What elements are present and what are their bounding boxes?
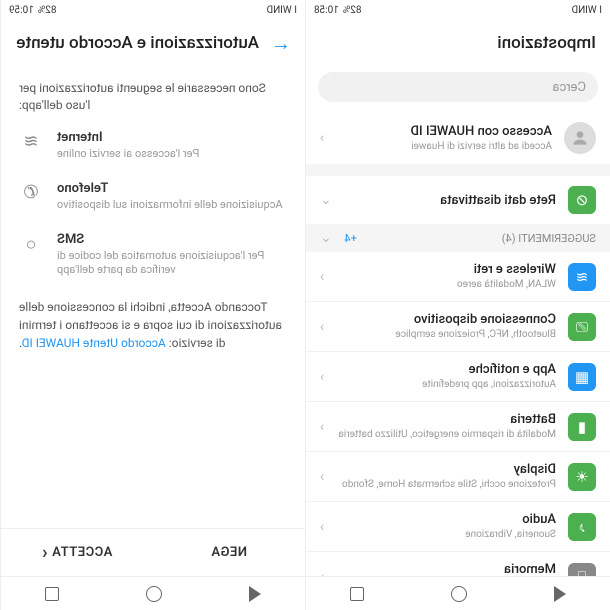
chevron-right-icon: ›	[320, 269, 324, 285]
back-nav-icon[interactable]	[249, 586, 261, 602]
perm-desc: Per l'acquisizione automatica del codice…	[57, 249, 287, 278]
settings-row[interactable]: ▦ App e notificheAutorizzazioni, app pred…	[306, 352, 610, 402]
settings-row[interactable]: ♪ AudioSuoneria, Vibrazione ›	[306, 502, 610, 552]
settings-row[interactable]: ☀ DisplayProtezione occhi, Stile schermat…	[306, 452, 610, 502]
android-nav-bar	[306, 576, 610, 610]
perm-icon: ○	[19, 232, 43, 256]
back-nav-icon[interactable]	[554, 586, 566, 602]
item-title: Connessione dispositivo	[336, 312, 556, 327]
item-title: Rete dati disattivata	[344, 193, 556, 208]
footer-buttons: NEGA ACCETTA	[1, 528, 305, 576]
row-icon: ♪	[568, 513, 596, 541]
chevron-right-icon: ›	[320, 130, 324, 146]
agreement-text: Toccando Accetta, indichi la concessione…	[19, 298, 287, 352]
divider	[306, 164, 610, 176]
chevron-right-icon: ›	[320, 419, 324, 435]
time: 10:58	[314, 5, 339, 16]
settings-row[interactable]: ⎚ Connessione dispositivoBluetooth, NFC, …	[306, 302, 610, 352]
data-icon: ⊘	[568, 186, 596, 214]
chevron-down-icon: ⌄	[320, 192, 332, 208]
accept-button[interactable]: ACCETTA	[1, 529, 153, 576]
perm-desc: Acquisizione delle informazioni sul disp…	[57, 198, 287, 212]
section-label: SUGGERIMENTI (4)	[502, 232, 596, 245]
home-nav-icon[interactable]	[451, 586, 467, 602]
item-sub: Modalità di risparmio energetico, Utiliz…	[336, 428, 556, 441]
settings-row[interactable]: ≋ Wireless e retiWLAN, Modalità aereo ›	[306, 252, 610, 302]
row-icon: ⎚	[568, 313, 596, 341]
carrier: I WIND	[267, 5, 298, 16]
huawei-id-row[interactable]: Accesso con HUAWEI ID Accedi ad altri se…	[306, 112, 610, 164]
chevron-right-icon: ›	[320, 569, 324, 577]
carrier: I WIND	[572, 5, 603, 16]
intro-text: Sono necessarie le seguenti autorizzazio…	[19, 80, 287, 114]
settings-row[interactable]: ▮ BatteriaModalità di risparmio energetic…	[306, 402, 610, 452]
agreement-link[interactable]: Accordo Utente HUAWEI ID	[22, 336, 166, 350]
item-sub: Autorizzazioni, app predefinite	[336, 378, 556, 391]
item-title: Accesso con HUAWEI ID	[336, 124, 552, 139]
battery: 82%	[38, 5, 57, 16]
perm-title: Telefono	[57, 181, 287, 196]
item-sub: Bluetooth, NFC, Proiezione semplice	[336, 328, 556, 341]
page-title: Autorizzazioni e Accordo utente	[16, 33, 259, 53]
avatar-icon	[564, 122, 596, 154]
permission-item: ✆ Telefono Acquisizione delle informazioni…	[19, 181, 287, 212]
time: 10:59	[9, 5, 34, 16]
perm-title: SMS	[57, 232, 287, 247]
status-bar-right: I WIND 82% 10:59	[1, 0, 305, 20]
search-input[interactable]: Cerca	[318, 72, 598, 102]
perm-title: Internet	[57, 130, 287, 145]
page-title: Impostazioni	[497, 33, 596, 53]
chevron-right-icon: ›	[320, 319, 324, 335]
data-off-row[interactable]: ⊘ Rete dati disattivata ⌄	[306, 176, 610, 224]
item-sub: Accedi ad altri servizi di Huawei	[336, 140, 552, 153]
permission-item: ≋ Internet Per l'accesso ai servizi online	[19, 130, 287, 161]
android-nav-bar	[1, 576, 305, 610]
permissions-header: ← Autorizzazioni e Accordo utente	[1, 20, 305, 66]
row-icon: ⌸	[568, 563, 596, 577]
suggestions-header[interactable]: SUGGERIMENTI (4) +4 ⌄	[306, 224, 610, 252]
row-icon: ▦	[568, 363, 596, 391]
item-title: App e notifiche	[336, 362, 556, 377]
deny-button[interactable]: NEGA	[153, 529, 305, 576]
perm-desc: Per l'accesso ai servizi online	[57, 147, 287, 161]
item-title: Display	[336, 462, 556, 477]
chevron-right-icon: ›	[320, 369, 324, 385]
battery: 82%	[343, 5, 362, 16]
item-title: Memoria	[336, 562, 556, 576]
chevron-right-icon: ›	[320, 469, 324, 485]
item-sub: WLAN, Modalità aereo	[336, 278, 556, 291]
status-bar-left: I WIND 82% 10:58	[306, 0, 610, 20]
recent-nav-icon[interactable]	[350, 587, 364, 601]
search-placeholder: Cerca	[552, 80, 586, 95]
item-title: Wireless e reti	[336, 262, 556, 277]
chevron-right-icon: ›	[320, 519, 324, 535]
permission-item: ○ SMS Per l'acquisizione automatica del co…	[19, 232, 287, 278]
item-title: Batteria	[336, 412, 556, 427]
item-sub: Suoneria, Vibrazione	[336, 528, 556, 541]
item-title: Audio	[336, 512, 556, 527]
item-sub: Protezione occhi, Stile schermata Home, …	[336, 478, 556, 491]
home-nav-icon[interactable]	[146, 586, 162, 602]
back-arrow-icon[interactable]: ←	[271, 31, 291, 56]
perm-icon: ≋	[19, 130, 43, 154]
recent-nav-icon[interactable]	[45, 587, 59, 601]
perm-icon: ✆	[19, 181, 43, 205]
settings-header: Impostazioni	[306, 20, 610, 66]
count-badge: +4	[344, 232, 356, 245]
row-icon: ☀	[568, 463, 596, 491]
settings-row[interactable]: ⌸MemoriaMemoria›	[306, 552, 610, 576]
row-icon: ▮	[568, 413, 596, 441]
row-icon: ≋	[568, 263, 596, 291]
chevron-down-icon: ⌄	[320, 230, 332, 246]
